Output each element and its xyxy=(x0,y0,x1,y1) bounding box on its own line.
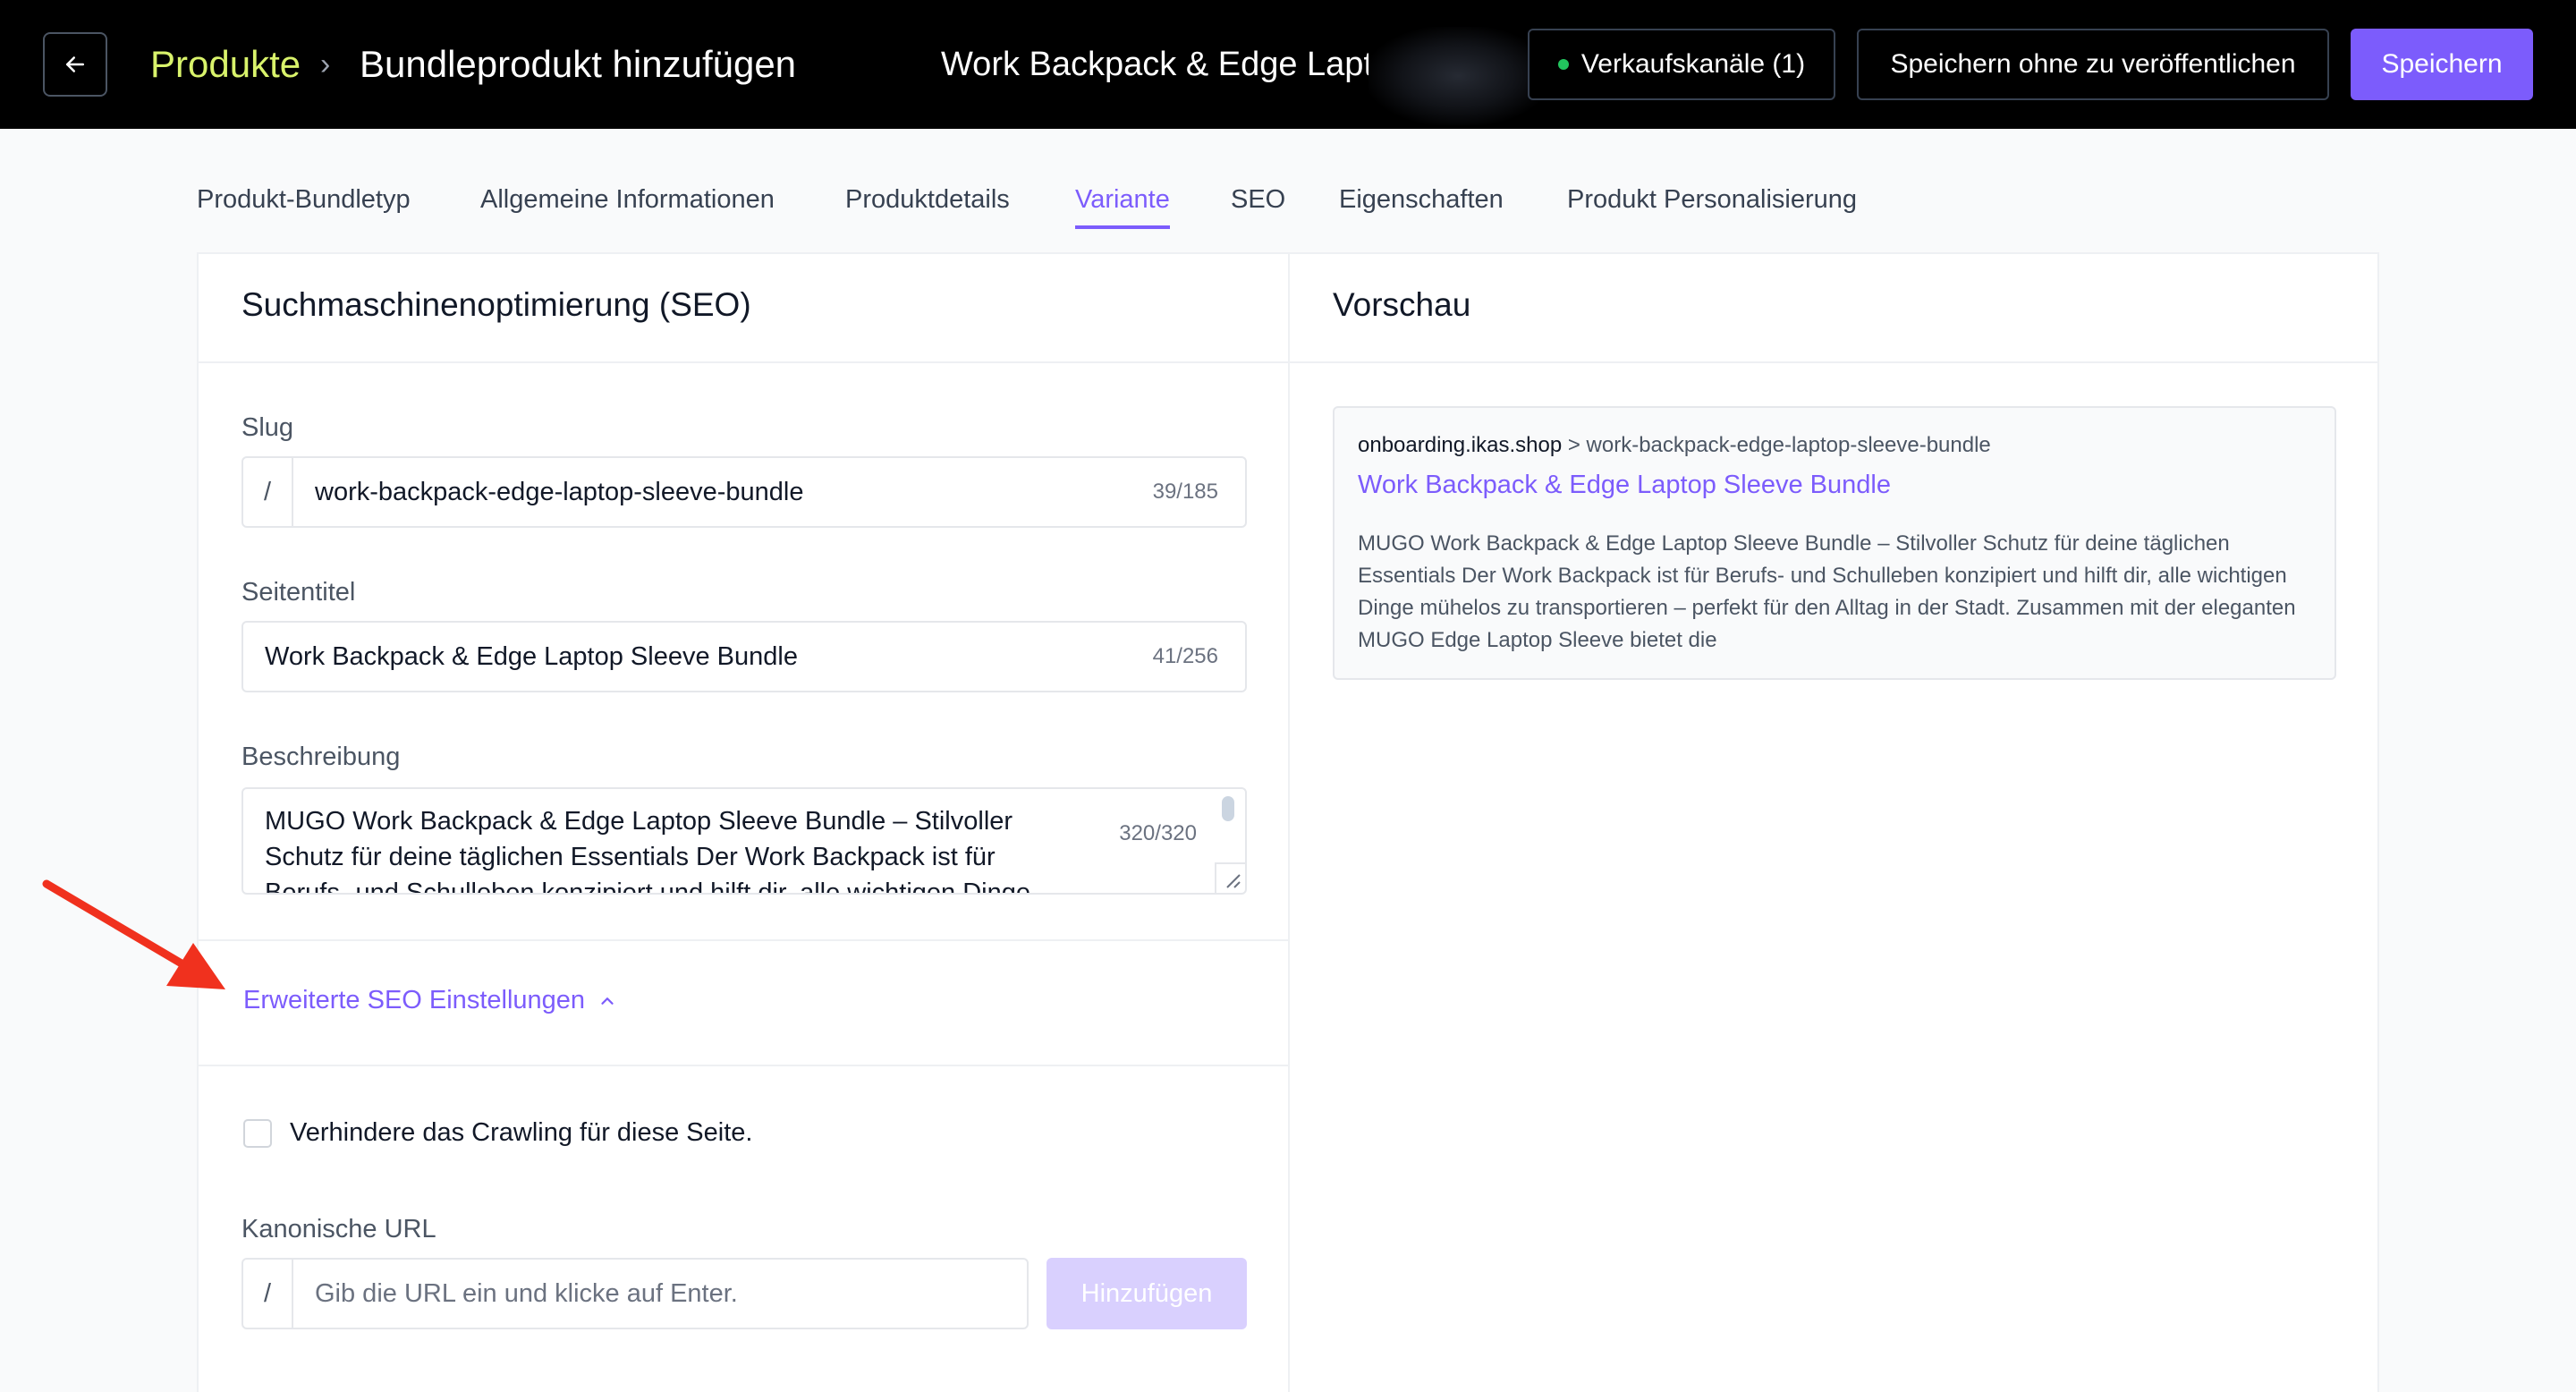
save-button[interactable]: Speichern xyxy=(2351,29,2533,100)
tab-personalization[interactable]: Produkt Personalisierung xyxy=(1567,175,1857,229)
page-title-counter: 41/256 xyxy=(1152,644,1218,668)
prevent-crawling-row: Verhindere das Crawling für diese Seite. xyxy=(243,1118,752,1148)
divider xyxy=(199,1065,1288,1066)
description-text[interactable]: MUGO Work Backpack & Edge Laptop Sleeve … xyxy=(265,803,1070,893)
slug-label: Slug xyxy=(242,413,294,442)
prevent-crawling-label: Verhindere das Crawling für diese Seite. xyxy=(290,1118,753,1147)
tab-bundle-type[interactable]: Produkt-Bundletyp xyxy=(197,175,411,229)
chevron-up-icon xyxy=(601,997,614,1005)
advanced-seo-label: Erweiterte SEO Einstellungen xyxy=(243,986,586,1014)
tab-bar: Produkt-Bundletyp Allgemeine Information… xyxy=(0,175,2576,233)
add-canonical-button[interactable]: Hinzufügen xyxy=(1046,1258,1247,1329)
canonical-url-label: Kanonische URL xyxy=(242,1215,436,1243)
slug-prefix: / xyxy=(243,458,293,526)
tab-variant[interactable]: Variante xyxy=(1075,175,1170,229)
divider xyxy=(199,361,1288,363)
description-textarea[interactable]: MUGO Work Backpack & Edge Laptop Sleeve … xyxy=(242,787,1247,895)
preview-description: MUGO Work Backpack & Edge Laptop Sleeve … xyxy=(1358,531,2296,652)
tab-properties[interactable]: Eigenschaften xyxy=(1339,175,1504,229)
description-counter: 320/320 xyxy=(1119,821,1197,845)
breadcrumb-separator: › xyxy=(320,47,331,81)
slug-input[interactable]: work-backpack-edge-laptop-sleeve-bundle xyxy=(315,458,803,526)
page-title: Bundleprodukt hinzufügen xyxy=(360,43,797,85)
seo-card-title: Suchmaschinenoptimierung (SEO) xyxy=(242,286,751,323)
canonical-url-input[interactable]: Gib die URL ein und klicke auf Enter. xyxy=(315,1260,738,1328)
description-label: Beschreibung xyxy=(242,743,401,771)
scrollbar[interactable] xyxy=(1222,796,1234,821)
back-button[interactable] xyxy=(43,32,107,97)
canonical-url-field[interactable]: / Gib die URL ein und klicke auf Enter. xyxy=(242,1258,1029,1329)
page-title-field[interactable]: Work Backpack & Edge Laptop Sleeve Bundl… xyxy=(242,621,1247,692)
resize-handle[interactable] xyxy=(1215,862,1245,893)
save-without-publish-button[interactable]: Speichern ohne zu veröffentlichen xyxy=(1857,29,2329,100)
slug-field[interactable]: / work-backpack-edge-laptop-sleeve-bundl… xyxy=(242,456,1247,528)
annotation-arrow-icon xyxy=(42,879,225,989)
slug-counter: 39/185 xyxy=(1152,480,1218,504)
divider xyxy=(1290,361,2377,363)
status-dot-icon xyxy=(1557,59,1569,70)
overlay-shadow xyxy=(1368,27,1547,125)
search-preview: onboarding.ikas.shop > work-backpack-edg… xyxy=(1333,406,2336,680)
breadcrumb-products[interactable]: Produkte xyxy=(150,0,301,129)
divider xyxy=(199,939,1288,941)
sales-channels-button[interactable]: Verkaufskanäle (1) xyxy=(1528,29,1835,100)
arrow-left-icon xyxy=(66,56,84,72)
prevent-crawling-checkbox[interactable] xyxy=(243,1118,272,1148)
top-bar: Produkte › Bundleprodukt hinzufügen Work… xyxy=(0,0,2576,129)
resize-icon xyxy=(1226,874,1241,888)
product-name: Work Backpack & Edge Laptop Sleeve Bundl… xyxy=(941,45,1388,83)
preview-domain: onboarding.ikas.shop xyxy=(1358,433,1563,457)
sales-channels-label: Verkaufskanäle (1) xyxy=(1580,49,1806,79)
advanced-seo-toggle[interactable]: Erweiterte SEO Einstellungen xyxy=(243,986,617,1015)
tab-general-info[interactable]: Allgemeine Informationen xyxy=(480,175,775,229)
canonical-prefix: / xyxy=(243,1260,293,1328)
tab-product-details[interactable]: Produktdetails xyxy=(845,175,1010,229)
preview-link-title[interactable]: Work Backpack & Edge Laptop Sleeve Bundl… xyxy=(1358,471,1891,500)
preview-url: onboarding.ikas.shop > work-backpack-edg… xyxy=(1358,433,1991,458)
preview-path: > work-backpack-edge-laptop-sleeve-bundl… xyxy=(1562,433,1991,457)
seo-card: Suchmaschinenoptimierung (SEO) Slug / wo… xyxy=(197,252,1290,1392)
preview-card-title: Vorschau xyxy=(1333,286,1471,323)
preview-card: Vorschau onboarding.ikas.shop > work-bac… xyxy=(1288,252,2379,1392)
page-title-input[interactable]: Work Backpack & Edge Laptop Sleeve Bundl… xyxy=(265,623,798,691)
page-title-label: Seitentitel xyxy=(242,578,356,607)
tab-seo[interactable]: SEO xyxy=(1231,175,1285,229)
